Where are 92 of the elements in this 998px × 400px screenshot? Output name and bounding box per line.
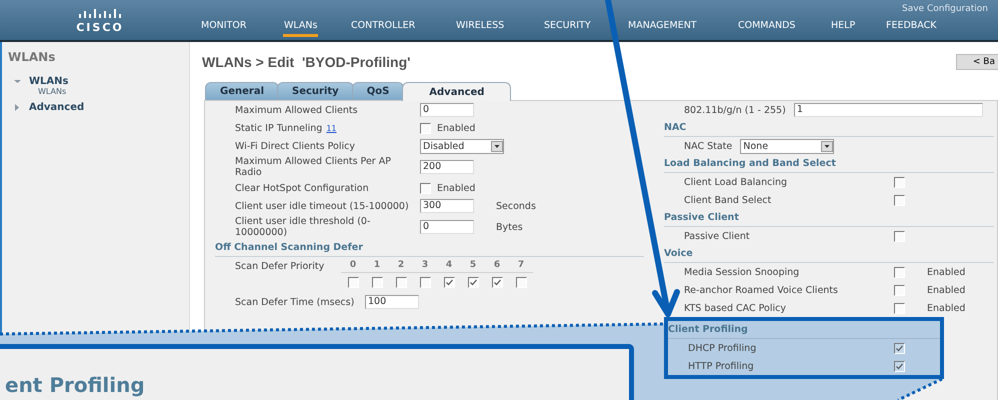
field-unit: Bytes (496, 222, 523, 232)
checkbox[interactable] (420, 122, 431, 134)
field-label: HTTP Profiling (688, 360, 754, 372)
input-field[interactable]: 0 (420, 103, 474, 117)
tab[interactable]: Advanced (402, 82, 512, 101)
checkbox[interactable] (492, 277, 502, 288)
back-button[interactable]: < Ba (956, 54, 998, 70)
collapsed-triangle-icon[interactable] (14, 104, 21, 111)
field-label: Clear HotSpot Configuration (235, 182, 369, 194)
checkbox[interactable] (894, 302, 905, 314)
field-label: Re-anchor Roamed Voice Clients (684, 284, 838, 296)
section-heading: Voice (664, 245, 994, 263)
input-field[interactable]: 100 (365, 295, 419, 309)
checkbox[interactable] (894, 194, 905, 206)
nav-item[interactable]: SECURITY (543, 20, 592, 37)
checkbox[interactable] (894, 342, 905, 354)
nav-item[interactable]: COMMANDS (737, 20, 796, 37)
section-heading: Passive Client (664, 209, 994, 227)
checkbox[interactable] (444, 277, 454, 288)
field-unit: Enabled (437, 182, 476, 194)
field-unit: Enabled (927, 266, 966, 278)
field-label: 802.11b/g/n (1 - 255) (684, 104, 786, 116)
field-label: Maximum Allowed Clients Per AP Radio (235, 156, 391, 178)
checkbox[interactable] (468, 277, 478, 288)
field-label: Client Load Balancing (684, 176, 788, 188)
expanded-triangle-icon[interactable] (14, 78, 21, 85)
dropdown[interactable]: Disabled (420, 138, 504, 154)
priority-number: 1 (372, 260, 382, 270)
field-unit: Enabled (437, 122, 476, 134)
nav-item[interactable]: MONITOR (200, 20, 248, 37)
checkbox[interactable] (894, 176, 905, 188)
field-label: NAC State (684, 140, 732, 152)
logo-bars-icon (78, 9, 122, 19)
field-label: Client user idle timeout (15-100000) (235, 200, 409, 212)
logo-text: CISCO (76, 21, 124, 34)
checkbox[interactable] (894, 230, 905, 242)
field-label: DHCP Profiling (688, 342, 756, 354)
field-unit: Enabled (927, 284, 966, 296)
field-label: Scan Defer Priority (235, 261, 324, 272)
priority-number: 2 (396, 260, 406, 270)
checkbox[interactable] (420, 277, 430, 288)
nav-item[interactable]: FEEDBACK (885, 20, 938, 37)
page-title: WLANs > Edit 'BYOD-Profiling' (202, 54, 410, 70)
nav-item[interactable]: CONTROLLER (350, 20, 416, 37)
tab[interactable]: QoS (352, 82, 404, 100)
callout-heading: ent Profiling (5, 373, 145, 397)
sidebar-title: WLANs (8, 50, 56, 64)
priority-number: 4 (444, 260, 454, 270)
priority-number: 7 (516, 260, 526, 270)
field-label: Passive Client (684, 230, 750, 242)
input-field[interactable]: 1 (794, 103, 983, 117)
input-field[interactable]: 0 (420, 220, 474, 234)
input-field[interactable]: 300 (420, 199, 474, 213)
nav-item[interactable]: WLANs (283, 20, 318, 37)
section-heading: Load Balancing and Band Select (664, 155, 994, 173)
field-label: Maximum Allowed Clients (235, 104, 358, 116)
sidebar-subitem[interactable]: WLANs (8, 87, 183, 96)
input-field[interactable]: 200 (420, 160, 474, 174)
field-label: Media Session Snooping (684, 266, 800, 278)
section-heading: Client Profiling (668, 321, 940, 339)
checkbox[interactable] (348, 277, 358, 288)
field-unit: Seconds (496, 200, 536, 212)
field-label: KTS based CAC Policy (684, 302, 786, 314)
save-link[interactable]: Save Configuration (902, 4, 988, 14)
field-label: Client user idle threshold (0-10000000) (235, 216, 370, 238)
checkbox[interactable] (894, 284, 905, 296)
help-link[interactable]: 11 (326, 124, 337, 132)
checkbox[interactable] (420, 182, 431, 194)
tab[interactable]: General (205, 82, 279, 100)
field-unit: Enabled (927, 302, 966, 314)
priority-number: 3 (420, 260, 430, 270)
checkbox[interactable] (516, 277, 526, 288)
nav-item[interactable]: MANAGEMENT (627, 20, 698, 37)
sidebar-item[interactable]: Advanced (29, 102, 84, 113)
sidebar-item[interactable]: WLANs (29, 76, 68, 87)
priority-number: 5 (468, 260, 478, 270)
priority-number: 0 (348, 260, 358, 270)
checkbox[interactable] (372, 277, 382, 288)
tab[interactable]: Security (277, 82, 354, 100)
checkbox[interactable] (396, 277, 406, 288)
nav-item[interactable]: HELP (830, 20, 856, 37)
dropdown[interactable]: None (740, 138, 834, 154)
checkbox[interactable] (894, 360, 905, 372)
nav-item[interactable]: WIRELESS (455, 20, 506, 37)
section-heading: NAC (664, 119, 994, 137)
field-label: Client Band Select (684, 194, 772, 206)
field-label: Wi-Fi Direct Clients Policy (235, 140, 355, 152)
section-heading: Off Channel Scanning Defer (215, 239, 644, 257)
checkbox[interactable] (894, 266, 905, 278)
field-label: Scan Defer Time (msecs) (235, 296, 354, 308)
field-label: Static IP Tunneling (235, 122, 322, 134)
priority-number: 6 (492, 260, 502, 270)
